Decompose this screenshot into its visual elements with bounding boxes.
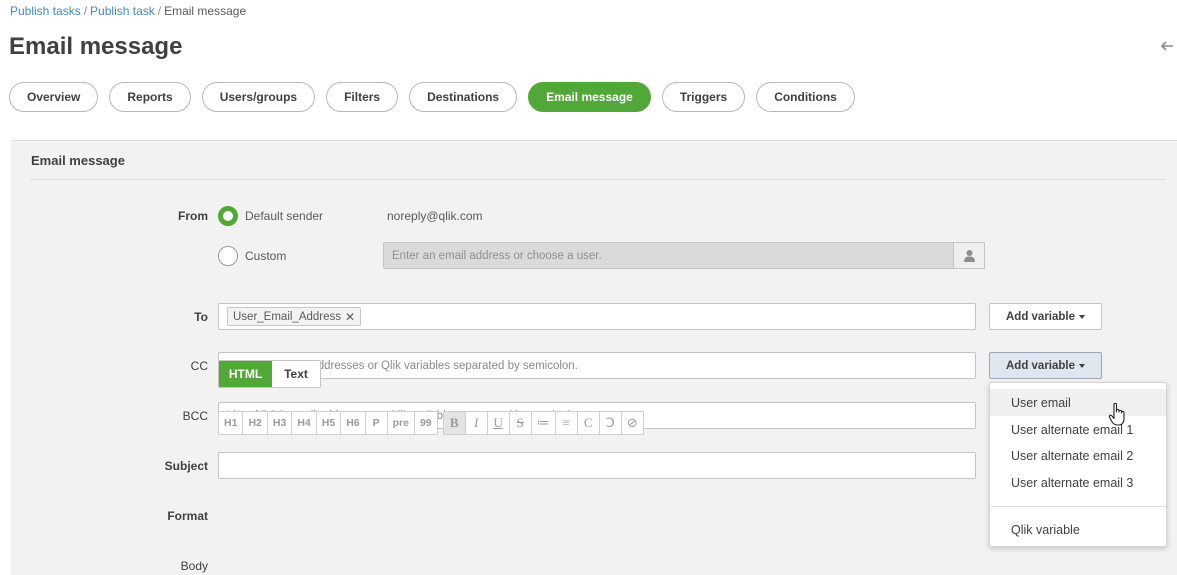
preformatted-button[interactable]: pre [386, 411, 415, 435]
user-icon [963, 249, 975, 262]
menu-item-user-alternate-email-1[interactable]: User alternate email 1 [990, 416, 1166, 443]
tab-email-message[interactable]: Email message [528, 82, 651, 112]
default-sender-label: Default sender [245, 209, 324, 223]
quote-button[interactable]: 99 [413, 411, 438, 435]
to-add-variable-button[interactable]: Add variable [989, 303, 1102, 330]
paragraph-button[interactable]: P [364, 411, 388, 435]
breadcrumb-current: Email message [164, 4, 247, 18]
subject-label: Subject [164, 459, 208, 473]
breadcrumb-publish-tasks[interactable]: Publish tasks [10, 4, 81, 18]
strikethrough-button[interactable]: S [508, 411, 532, 435]
underline-button[interactable]: U [486, 411, 510, 435]
tab-conditions[interactable]: Conditions [756, 82, 855, 112]
format-text-button[interactable]: Text [272, 361, 320, 387]
menu-item-user-email[interactable]: User email [990, 389, 1166, 416]
menu-item-user-alternate-email-3[interactable]: User alternate email 3 [990, 469, 1166, 496]
heading-3-button[interactable]: H3 [266, 411, 293, 435]
caret-down-icon [1079, 363, 1086, 368]
breadcrumb-separator: / [83, 4, 88, 18]
tab-filters[interactable]: Filters [326, 82, 399, 112]
tab-destinations[interactable]: Destinations [409, 82, 518, 112]
to-input[interactable]: User_Email_Address ✕ [218, 303, 976, 330]
format-toggle: HTML Text [218, 360, 321, 388]
hand-pointer-icon [1108, 402, 1125, 426]
from-label: From [178, 209, 208, 223]
format-label: Format [167, 509, 208, 523]
recipient-chip: User_Email_Address ✕ [227, 307, 362, 326]
cc-add-variable-label: Add variable [1005, 359, 1076, 372]
italic-button[interactable]: I [464, 411, 488, 435]
heading-4-button[interactable]: H4 [291, 411, 317, 435]
subject-input[interactable] [218, 452, 976, 479]
recipient-chip-label: User_Email_Address [233, 310, 342, 323]
default-sender-email: noreply@qlik.com [387, 209, 483, 223]
tab-users-groups[interactable]: Users/groups [201, 82, 316, 112]
bold-button[interactable]: B [442, 411, 466, 435]
tab-triggers[interactable]: Triggers [661, 82, 746, 112]
custom-sender-input[interactable]: Enter an email address or choose a user. [383, 242, 955, 269]
body-editor-toolbar: H1 H2 H3 H4 H5 H6 P pre 99 B I U S ≔ ≡ C… [218, 411, 644, 435]
body-label: Body [180, 559, 208, 573]
caret-down-icon [1079, 314, 1086, 319]
default-sender-radio[interactable] [218, 206, 238, 226]
task-tabs: Overview Reports Users/groups Filters De… [9, 82, 855, 112]
menu-item-qlik-variable[interactable]: Qlik variable [990, 516, 1166, 543]
custom-sender-label: Custom [245, 249, 287, 263]
add-variable-menu: User email User alternate email 1 User a… [989, 382, 1167, 547]
bcc-label: BCC [182, 409, 208, 423]
heading-1-button[interactable]: H1 [218, 411, 244, 435]
page-title: Email message [9, 33, 183, 60]
breadcrumb-separator: / [157, 4, 162, 18]
redo-icon[interactable]: C [576, 411, 600, 435]
unordered-list-icon[interactable]: ≔ [530, 411, 556, 435]
heading-5-button[interactable]: H5 [315, 411, 342, 435]
undo-icon[interactable]: Ↄ [598, 411, 622, 435]
remove-chip-icon[interactable]: ✕ [345, 310, 355, 324]
panel-title: Email message [31, 153, 125, 168]
breadcrumb: Publish tasks / Publish task / Email message [10, 4, 246, 18]
menu-item-user-alternate-email-2[interactable]: User alternate email 2 [990, 442, 1166, 469]
back-arrow-icon[interactable] [1160, 38, 1176, 54]
breadcrumb-publish-task[interactable]: Publish task [90, 4, 155, 18]
user-picker-button[interactable] [953, 242, 985, 269]
cc-input[interactable]: List of CC email addresses or Qlik varia… [218, 352, 976, 379]
heading-2-button[interactable]: H2 [242, 411, 268, 435]
ordered-list-icon[interactable]: ≡ [554, 411, 578, 435]
cc-add-variable-button[interactable]: Add variable [989, 352, 1102, 379]
menu-divider [990, 506, 1166, 507]
heading-6-button[interactable]: H6 [340, 411, 366, 435]
cc-label: CC [190, 359, 208, 373]
to-add-variable-label: Add variable [1005, 310, 1076, 323]
panel-divider [30, 179, 1166, 180]
to-label: To [194, 310, 208, 324]
custom-sender-radio[interactable] [218, 246, 238, 266]
clear-format-icon[interactable]: ⊘ [620, 411, 644, 435]
format-html-button[interactable]: HTML [219, 361, 272, 387]
tab-reports[interactable]: Reports [109, 82, 191, 112]
tab-overview[interactable]: Overview [9, 82, 99, 112]
